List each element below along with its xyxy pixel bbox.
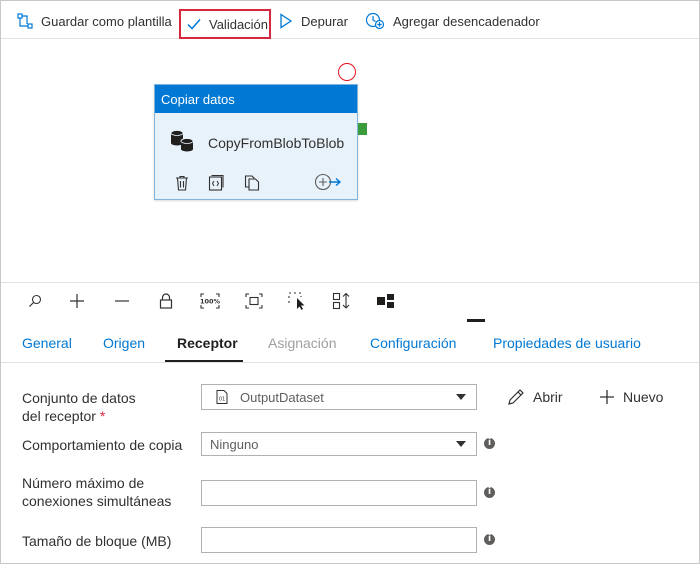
validate-button[interactable]: Validación [179, 9, 271, 39]
chevron-down-icon [456, 394, 466, 400]
new-dataset-label: Nuevo [623, 389, 664, 405]
max-connections-input[interactable] [201, 480, 477, 506]
add-trigger-label: Agregar desencadenador [393, 13, 540, 29]
max-connections-label-line2: conexiones simultáneas [22, 493, 172, 509]
tab-user-properties[interactable]: Propiedades de usuario [493, 335, 641, 351]
delete-icon[interactable] [175, 175, 189, 191]
sink-dataset-value: OutputDataset [240, 389, 324, 405]
save-as-template-button[interactable]: Guardar como plantilla [17, 9, 172, 33]
auto-align-icon[interactable] [332, 291, 352, 311]
plus-icon [600, 390, 614, 404]
pipeline-editor: Guardar como plantilla Validación Depura… [0, 0, 700, 564]
dataset-file-icon: 01 [216, 390, 228, 404]
sink-dataset-select[interactable]: 01 OutputDataset [201, 384, 477, 410]
pencil-icon [508, 389, 524, 405]
active-tab-indicator [165, 360, 243, 362]
sink-dataset-label: Conjunto de datos del receptor * [22, 389, 136, 425]
tab-source[interactable]: Origen [103, 335, 145, 351]
max-connections-label: Número máximo de conexiones simultáneas [22, 474, 171, 510]
properties-tabs: General Origen Receptor Asignación Confi… [1, 323, 699, 363]
lock-icon[interactable] [156, 291, 176, 311]
save-as-template-label: Guardar como plantilla [41, 13, 172, 29]
pipeline-toolbar: Guardar como plantilla Validación Depura… [1, 1, 699, 39]
info-icon[interactable]: i [484, 438, 495, 449]
required-marker: * [99, 408, 106, 424]
play-icon [280, 13, 293, 29]
open-dataset-label: Abrir [533, 389, 563, 405]
max-connections-label-line1: Número máximo de [22, 475, 145, 491]
clone-icon[interactable] [244, 175, 260, 191]
search-icon[interactable] [25, 291, 45, 311]
chevron-down-icon [456, 441, 466, 447]
database-copy-icon [170, 130, 194, 152]
add-trigger-button[interactable]: Agregar desencadenador [365, 9, 540, 33]
canvas-toolbar: 100% [1, 282, 699, 318]
select-mode-icon[interactable] [288, 291, 308, 311]
copy-behavior-label: Comportamiento de copia [22, 437, 183, 453]
tab-general[interactable]: General [22, 335, 72, 351]
checkmark-icon [187, 19, 201, 30]
sink-dataset-label-line2: del receptor [22, 408, 96, 424]
zoom-in-icon[interactable] [67, 291, 87, 311]
activity-body: CopyFromBlobToBlob [155, 113, 357, 199]
success-output-handle[interactable] [358, 123, 367, 135]
info-icon[interactable]: i [484, 534, 495, 545]
svg-text:100%: 100% [200, 298, 220, 306]
copy-behavior-value: Ninguno [210, 436, 259, 452]
code-view-icon[interactable] [208, 175, 224, 191]
debug-button[interactable]: Depurar [279, 9, 348, 33]
validation-error-circle-icon[interactable] [338, 63, 356, 81]
tab-mapping[interactable]: Asignación [268, 335, 337, 351]
panel-resize-handle[interactable] [467, 319, 485, 322]
open-dataset-button[interactable]: Abrir [507, 387, 563, 407]
tab-settings[interactable]: Configuración [370, 335, 456, 351]
sink-dataset-label-line1: Conjunto de datos [22, 390, 136, 406]
info-icon[interactable]: i [484, 487, 495, 498]
add-output-icon[interactable] [314, 173, 342, 191]
activity-name: CopyFromBlobToBlob [208, 135, 345, 151]
copy-data-activity[interactable]: Copiar datos CopyFromBlobToBlob [154, 84, 358, 200]
trigger-add-icon [365, 12, 385, 30]
block-size-input[interactable] [201, 527, 477, 553]
new-dataset-button[interactable]: Nuevo [599, 387, 663, 407]
fit-to-screen-icon[interactable] [244, 291, 264, 311]
validate-label: Validación [209, 16, 269, 32]
save-template-icon [17, 13, 33, 29]
block-size-label: Tamaño de bloque (MB) [22, 533, 172, 549]
zoom-out-icon[interactable] [112, 291, 132, 311]
layout-blocks-icon[interactable] [376, 291, 396, 311]
tab-sink[interactable]: Receptor [177, 335, 238, 351]
activity-type-title: Copiar datos [155, 85, 357, 113]
copy-behavior-select[interactable]: Ninguno [201, 432, 477, 456]
debug-label: Depurar [301, 13, 348, 29]
zoom-100-icon[interactable]: 100% [200, 291, 220, 311]
svg-text:01: 01 [219, 397, 225, 403]
